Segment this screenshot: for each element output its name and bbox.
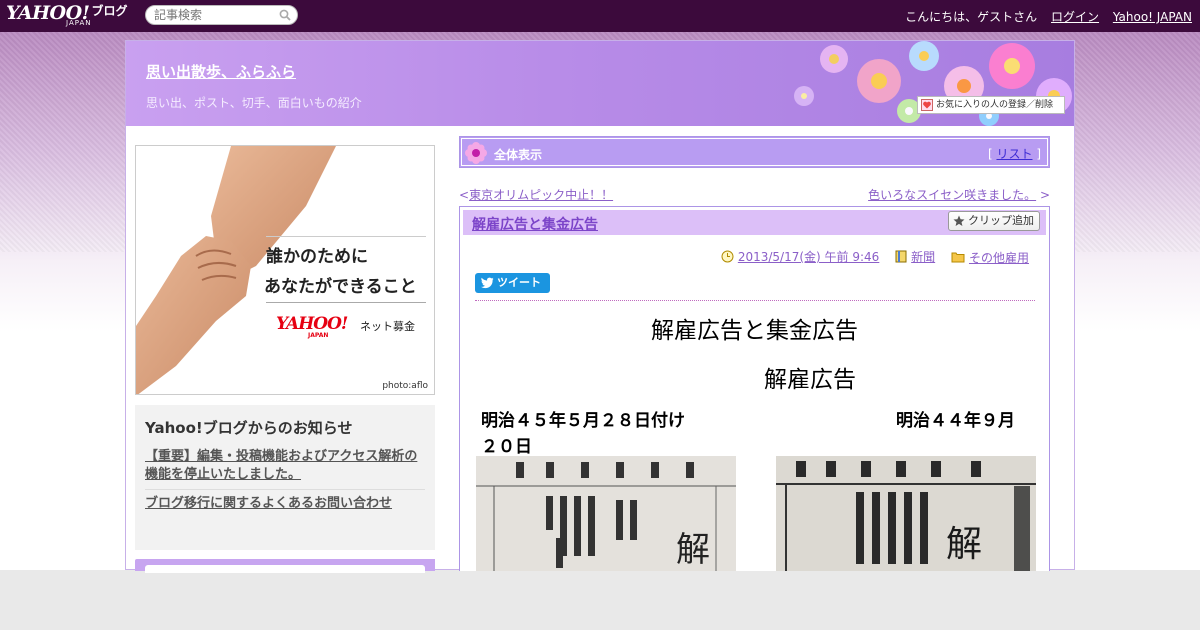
post-body-subheading: 解雇広告	[764, 367, 856, 393]
left-image-date: 明治４５年５月２８日付け	[481, 411, 685, 431]
ad-photo-credit: photo:aflo	[382, 381, 428, 391]
notice-divider	[145, 489, 425, 490]
star-icon	[953, 215, 965, 226]
post-title-link[interactable]: 解雇広告と集金広告	[472, 214, 598, 234]
handshake-image	[136, 146, 336, 394]
post-header: 解雇広告と集金広告 クリップ追加	[463, 210, 1046, 235]
top-bar: YAHOO!ブログ JAPAN こんにちは、ゲストさん ログイン Yahoo! …	[0, 0, 1200, 32]
favorite-button[interactable]: お気に入りの人の登録／削除	[917, 96, 1065, 114]
favorite-button-label: お気に入りの人の登録／削除	[936, 100, 1054, 110]
sidebar-widget	[135, 559, 435, 573]
ad-brand-japan: JAPAN	[308, 332, 329, 339]
newspaper-clipping-image-right[interactable]: 解	[776, 456, 1036, 571]
category-newspaper-item: 新聞	[895, 248, 935, 265]
newspaper-clipping-image-left[interactable]: 解	[476, 456, 736, 571]
post-article: 解雇広告と集金広告 クリップ追加 2013/5/17(金) 午前 9:46 新聞…	[459, 206, 1050, 571]
folder-icon	[951, 252, 965, 263]
notice-heading: Yahoo!ブログからのお知らせ	[145, 419, 353, 437]
notice-item-faq[interactable]: ブログ移行に関するよくあるお問い合わせ	[145, 495, 425, 513]
user-nav: こんにちは、ゲストさん ログイン Yahoo! JAPAN	[895, 8, 1192, 25]
yahoo-blog-logo[interactable]: YAHOO! ブログ JAPAN	[6, 2, 128, 27]
clock-icon	[721, 250, 734, 263]
svg-text:解: 解	[946, 524, 982, 565]
blog-description: 思い出、ポスト、切手、面白いもの紹介	[146, 96, 362, 110]
category-employment-item: その他雇用	[951, 249, 1029, 266]
ad-rule-bottom	[266, 302, 426, 303]
right-image-date: 明治４４年９月	[896, 411, 1015, 431]
main-container: 思い出散歩、ふらふら 思い出、ポスト、切手、面白いもの紹介 お気に入りの人の登録…	[125, 40, 1075, 573]
next-post-nav: 色いろなスイセン咲きました。 >	[868, 186, 1050, 203]
twitter-bird-icon	[481, 277, 494, 289]
newspaper-scan-left: 解	[476, 456, 736, 571]
blog-title[interactable]: 思い出散歩、ふらふら	[146, 61, 296, 82]
heart-icon	[921, 99, 933, 111]
right-image-date-cont: ２０日	[481, 437, 532, 457]
ad-rule-top	[266, 236, 426, 237]
list-link[interactable]: リスト	[996, 147, 1032, 161]
post-divider	[475, 300, 1035, 301]
svg-text:解: 解	[676, 530, 710, 570]
list-bracket-close: ]	[1036, 147, 1041, 161]
clip-add-label: クリップ追加	[968, 214, 1034, 227]
login-link[interactable]: ログイン	[1051, 10, 1099, 24]
tweet-button[interactable]: ツイート	[475, 273, 550, 293]
newspaper-scan-right: 解	[776, 456, 1036, 571]
ad-line-2: あなたができること	[264, 277, 417, 297]
ad-brand-logo: YAHOO!	[276, 314, 348, 334]
logo-blog: ブログ	[91, 4, 128, 18]
ad-brand-sub: ネット募金	[360, 320, 415, 333]
post-date-link[interactable]: 2013/5/17(金) 午前 9:46	[738, 248, 879, 265]
next-post-link[interactable]: 色いろなスイセン咲きました。	[868, 188, 1036, 202]
prev-post-nav: <東京オリムピック中止！！	[459, 186, 613, 203]
list-bracket-open: [	[987, 147, 993, 161]
view-all-label: 全体表示	[494, 148, 543, 162]
search-box	[145, 5, 298, 25]
post-body-heading: 解雇広告と集金広告	[651, 318, 858, 344]
category-newspaper-link[interactable]: 新聞	[911, 248, 935, 265]
bottom-band	[0, 570, 1200, 630]
post-meta: 2013/5/17(金) 午前 9:46 新聞 その他雇用	[709, 248, 1029, 266]
notice-box: Yahoo!ブログからのお知らせ 【重要】編集・投稿機能およびアクセス解析の機能…	[135, 405, 435, 550]
tweet-label: ツイート	[497, 276, 541, 289]
list-toggle: [ リスト ]	[988, 145, 1041, 162]
view-bar: 全体表示 [ リスト ]	[459, 136, 1050, 168]
logo-japan: JAPAN	[66, 19, 92, 27]
greeting-text: こんにちは、ゲストさん	[905, 10, 1038, 24]
donation-ad-banner[interactable]: 誰かのために あなたができること YAHOO! ネット募金 JAPAN phot…	[135, 145, 435, 395]
clip-add-button[interactable]: クリップ追加	[948, 211, 1040, 231]
yahoo-japan-link[interactable]: Yahoo! JAPAN	[1113, 10, 1192, 24]
blog-header: 思い出散歩、ふらふら 思い出、ポスト、切手、面白いもの紹介 お気に入りの人の登録…	[126, 41, 1074, 126]
notice-item-important[interactable]: 【重要】編集・投稿機能およびアクセス解析の機能を停止いたしました。	[145, 448, 425, 484]
search-input[interactable]	[154, 6, 279, 24]
search-icon[interactable]	[279, 9, 291, 21]
prev-post-link[interactable]: 東京オリムピック中止！！	[469, 188, 613, 202]
next-arrow: >	[1039, 188, 1050, 202]
post-date-item: 2013/5/17(金) 午前 9:46	[721, 248, 879, 265]
flower-icon	[465, 142, 487, 164]
book-icon	[895, 250, 907, 263]
prev-arrow: <	[459, 188, 470, 202]
ad-line-1: 誰かのために	[266, 247, 368, 267]
category-employment-link[interactable]: その他雇用	[969, 249, 1029, 266]
